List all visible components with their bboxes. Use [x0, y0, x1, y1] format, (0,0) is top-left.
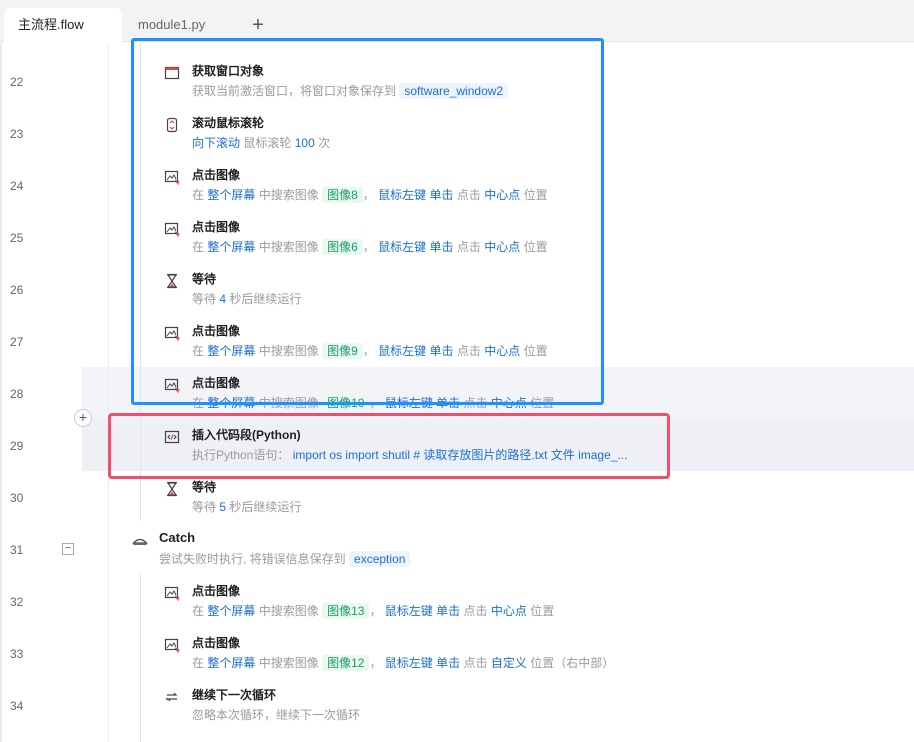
step-title: 继续下一次循环 — [192, 688, 277, 702]
step-desc: 等待 5 秒后继续运行 — [192, 500, 302, 514]
image-click-icon — [164, 638, 180, 653]
image-click-icon — [164, 326, 180, 341]
line-number: 24 — [10, 179, 24, 193]
loop-continue-icon — [165, 692, 178, 702]
step-title: 插入代码段(Python) — [192, 428, 301, 442]
step-desc: 等待 4 秒后继续运行 — [192, 292, 302, 306]
line-number: 32 — [10, 595, 24, 609]
left-edge — [0, 43, 2, 742]
tab-main-flow[interactable]: 主流程.flow — [4, 8, 122, 42]
image-tag[interactable]: 图像10 — [322, 395, 370, 411]
hourglass-icon — [166, 481, 178, 497]
add-step-button[interactable]: + — [74, 409, 92, 427]
step-title: 点击图像 — [192, 636, 241, 650]
variable-tag[interactable]: exception — [349, 551, 411, 567]
step-desc: 在 整个屏幕 中搜索图像 图像13， 鼠标左键 单击 点击 中心点 位置 — [192, 603, 555, 619]
line-number: 31 — [10, 543, 24, 557]
step-desc: 在 整个屏幕 中搜索图像 图像10， 鼠标左键 单击 点击 中心点 位置 — [192, 395, 555, 411]
line-number: 33 — [10, 647, 24, 661]
window-icon — [164, 66, 180, 80]
indent-guide — [140, 43, 141, 521]
step-desc: 执行Python语句： import os import shutil # 读取… — [192, 448, 628, 462]
image-click-icon — [164, 586, 180, 601]
line-number: 22 — [10, 75, 24, 89]
step-title: 点击图像 — [192, 376, 241, 390]
variable-tag[interactable]: software_window2 — [399, 83, 509, 99]
code-snippet-icon — [164, 430, 180, 444]
image-click-icon — [164, 378, 180, 393]
step-title: 等待 — [192, 272, 217, 286]
code-preview: import os import shutil # 读取存放图片的路径.txt … — [292, 448, 628, 462]
step-desc: 获取当前激活窗口，将窗口对象保存到 software_window2 — [192, 82, 509, 99]
line-number: 29 — [10, 439, 24, 453]
image-tag[interactable]: 图像13 — [322, 603, 370, 619]
step-desc: 向下滚动 鼠标滚轮 100 次 — [192, 136, 331, 150]
step-title: 获取窗口对象 — [192, 64, 265, 78]
tab-bar: 主流程.flow module1.py + — [0, 0, 914, 42]
catch-icon — [132, 538, 148, 545]
step-desc: 忽略本次循环，继续下一次循环 — [192, 708, 361, 722]
add-tab-button[interactable]: + — [248, 12, 268, 38]
line-number: 28 — [10, 387, 24, 401]
mouse-wheel-icon — [166, 117, 178, 133]
step-desc: 在 整个屏幕 中搜索图像 图像9， 鼠标左键 单击 点击 中心点 位置 — [192, 343, 548, 359]
image-tag[interactable]: 图像9 — [322, 343, 363, 359]
line-number: 27 — [10, 335, 24, 349]
hourglass-icon — [166, 273, 178, 289]
image-click-icon — [164, 222, 180, 237]
step-desc: 在 整个屏幕 中搜索图像 图像12， 鼠标左键 单击 点击 自定义 位置（右中部… — [192, 655, 615, 671]
line-number: 25 — [10, 231, 24, 245]
step-title: 滚动鼠标滚轮 — [192, 116, 265, 130]
step-title: 等待 — [192, 480, 217, 494]
step-desc: 尝试失败时执行, 将错误信息保存到 exception — [159, 550, 411, 567]
line-number: 34 — [10, 699, 24, 713]
collapse-button[interactable]: − — [62, 543, 74, 555]
indent-guide — [140, 574, 141, 742]
image-click-icon — [164, 170, 180, 185]
image-tag[interactable]: 图像8 — [322, 187, 363, 203]
step-title: Catch — [159, 530, 196, 545]
gutter-divider — [108, 43, 109, 742]
line-number: 30 — [10, 491, 24, 505]
step-title: 点击图像 — [192, 584, 241, 598]
step-desc: 在 整个屏幕 中搜索图像 图像6， 鼠标左键 单击 点击 中心点 位置 — [192, 239, 548, 255]
line-number: 26 — [10, 283, 24, 297]
step-desc: 在 整个屏幕 中搜索图像 图像8， 鼠标左键 单击 点击 中心点 位置 — [192, 187, 548, 203]
tab-module1[interactable]: module1.py — [124, 8, 219, 42]
image-tag[interactable]: 图像12 — [322, 655, 370, 671]
line-number: 23 — [10, 127, 24, 141]
step-title: 点击图像 — [192, 324, 241, 338]
step-title: 点击图像 — [192, 168, 241, 182]
image-tag[interactable]: 图像6 — [322, 239, 363, 255]
step-title: 点击图像 — [192, 220, 241, 234]
